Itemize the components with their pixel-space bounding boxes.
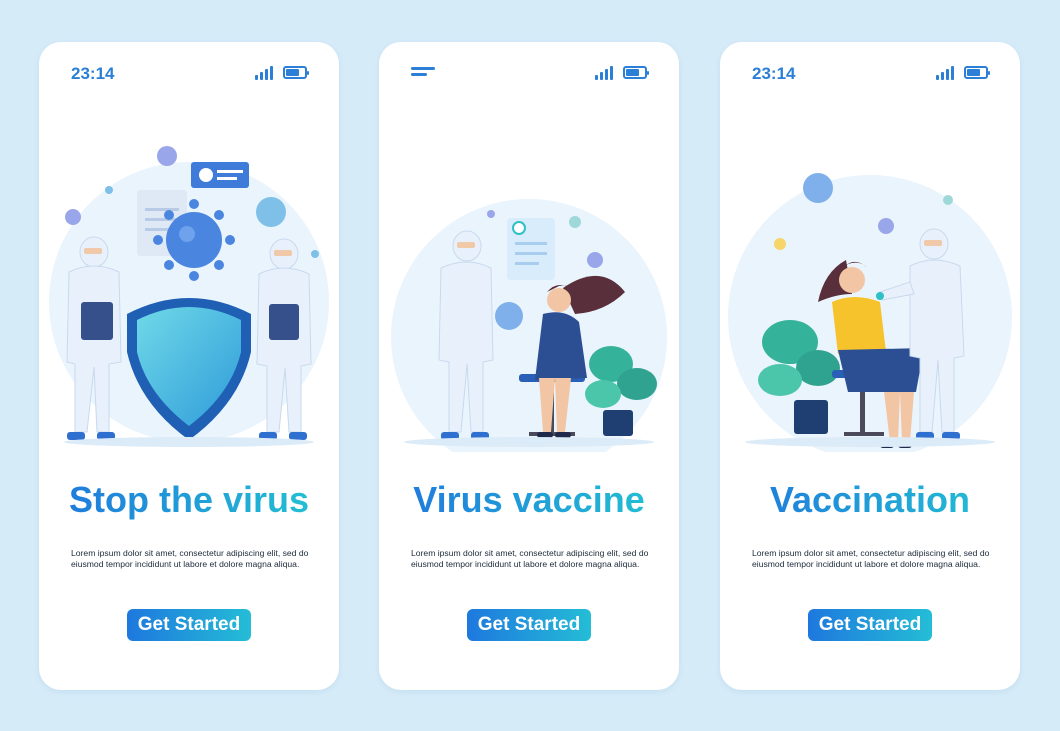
status-bar (411, 64, 649, 84)
onboarding-screen-virus-vaccine: Virus vaccine Lorem ipsum dolor sit amet… (379, 42, 679, 690)
onboarding-screen-stop-the-virus: 23:14 Stop the virus Lorem ipsum dolor s… (39, 42, 339, 690)
signal-icon (595, 66, 615, 80)
screen-title: Vaccination (720, 478, 1020, 522)
status-clock: 23:14 (71, 64, 115, 83)
screen-description: Lorem ipsum dolor sit amet, consectetur … (71, 548, 309, 569)
screen-description: Lorem ipsum dolor sit amet, consectetur … (752, 548, 990, 569)
signal-icon (936, 66, 956, 80)
status-bar: 23:14 (71, 64, 309, 84)
vaccination-injection-icon (728, 173, 1012, 452)
onboarding-screen-vaccination: 23:14 Vaccination Lorem ipsum dolor sit … (720, 42, 1020, 690)
signal-icon (255, 66, 275, 80)
get-started-button[interactable]: Get Started (808, 609, 932, 641)
status-bar: 23:14 (752, 64, 990, 84)
status-clock: 23:14 (752, 64, 796, 83)
doctors-with-shield-icon (49, 146, 329, 447)
battery-icon (623, 66, 649, 79)
screen-description: Lorem ipsum dolor sit amet, consectetur … (411, 548, 649, 569)
get-started-button[interactable]: Get Started (467, 609, 591, 641)
doctor-and-patient-icon (391, 199, 667, 452)
menu-icon[interactable] (411, 67, 435, 79)
battery-icon (964, 66, 990, 79)
screen-title: Virus vaccine (379, 478, 679, 522)
get-started-button[interactable]: Get Started (127, 609, 251, 641)
battery-icon (283, 66, 309, 79)
screen-title: Stop the virus (39, 478, 339, 522)
